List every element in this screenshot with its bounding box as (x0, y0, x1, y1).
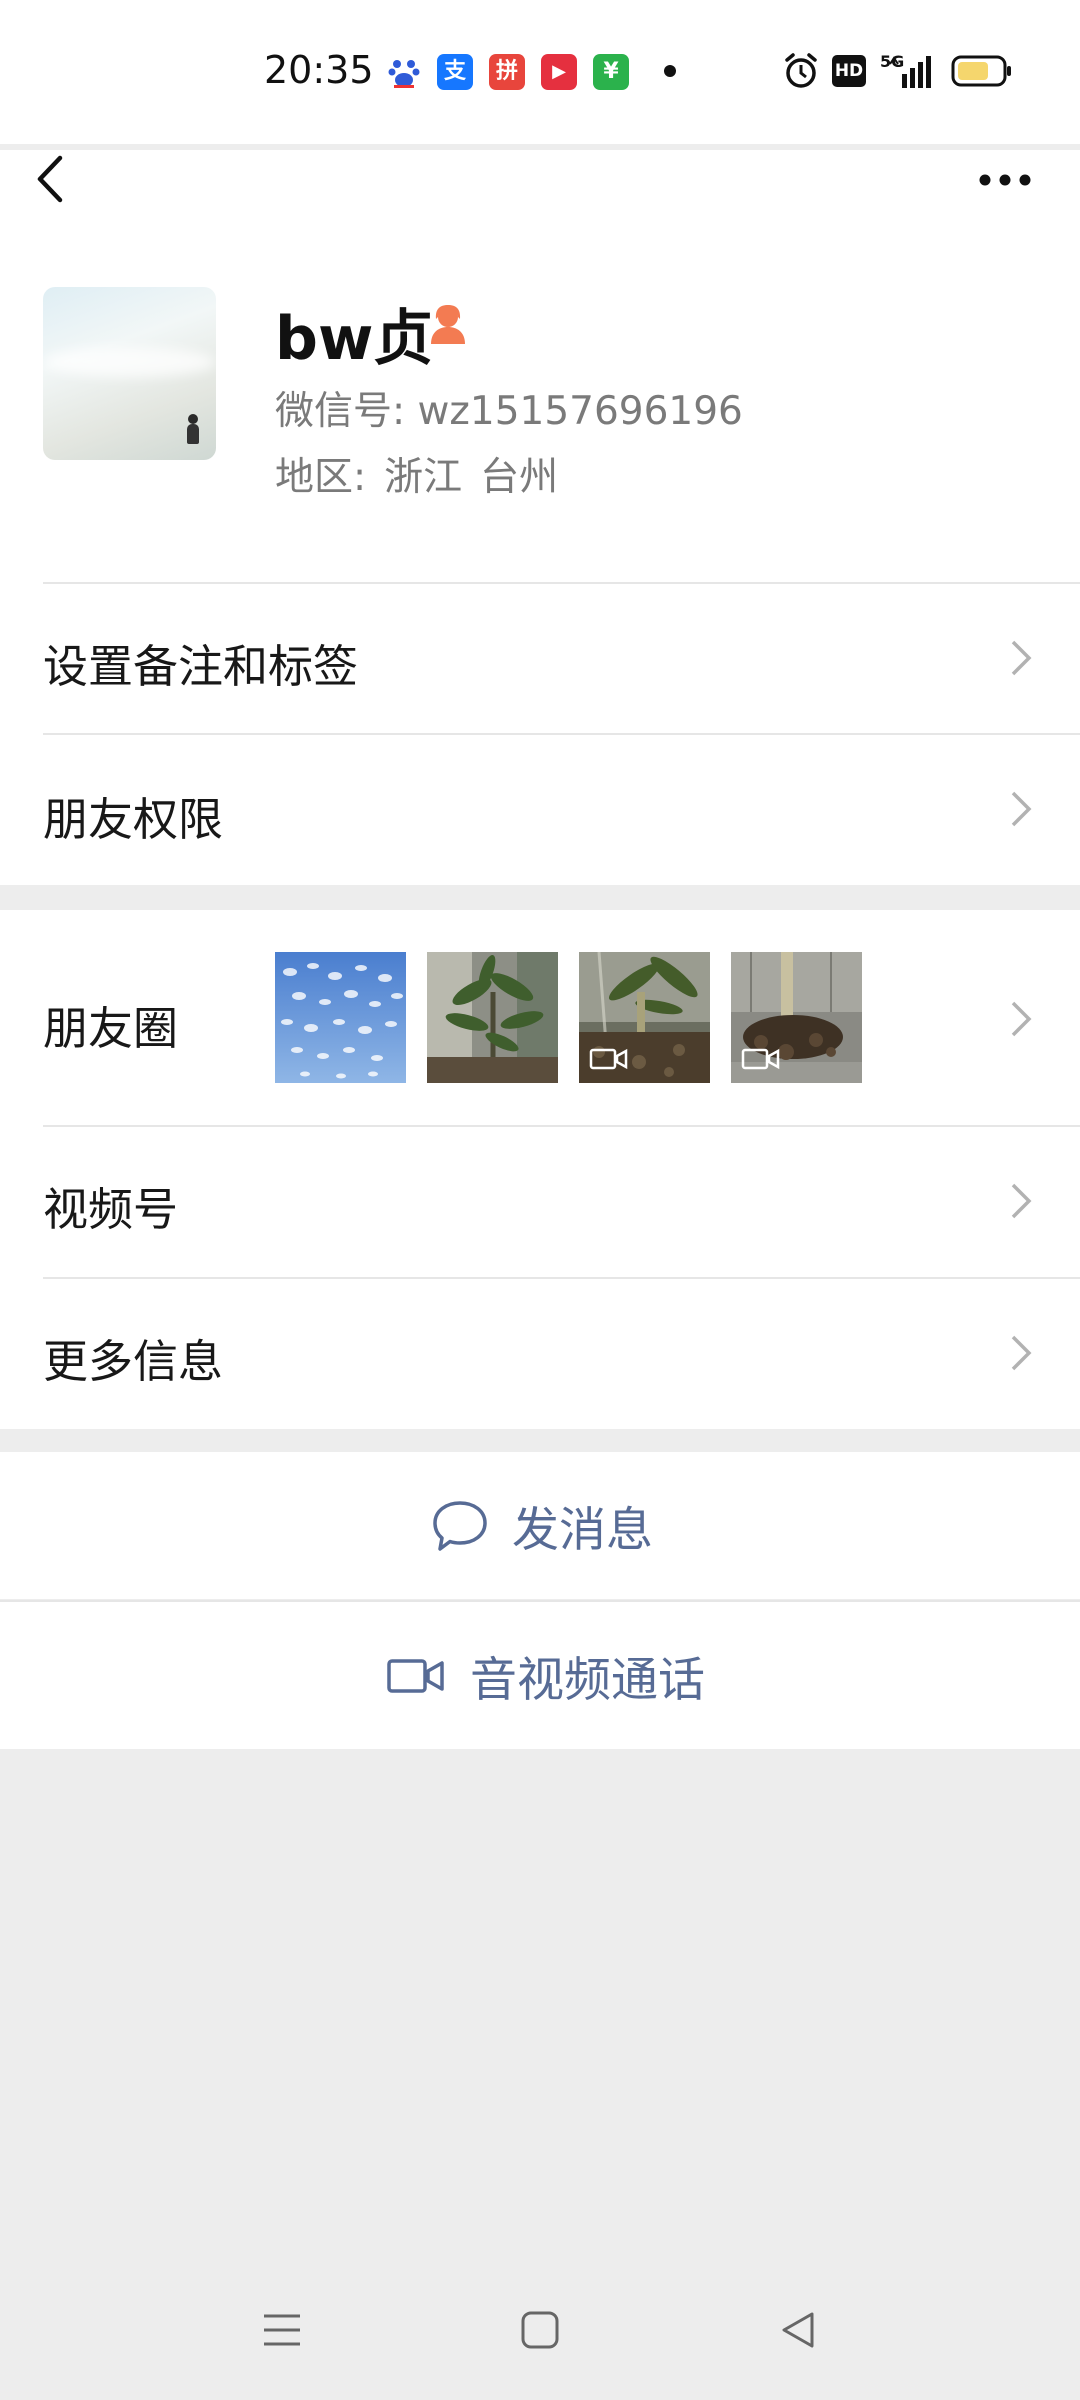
signal-icon (889, 56, 931, 88)
hd-badge: HD (832, 55, 866, 87)
row-more-info[interactable]: 更多信息 (0, 1277, 1080, 1429)
status-bar: 20:35 支 拼 ▶ ¥ HD 5G (0, 0, 1080, 144)
wechat-id: 微信号: wz15157696196 (275, 389, 743, 434)
avatar[interactable] (43, 287, 216, 460)
video-camera-icon (589, 1048, 628, 1070)
region-city: 台州 (480, 455, 559, 500)
status-time: 20:35 (264, 48, 374, 92)
home-icon[interactable] (520, 2310, 560, 2350)
region: 地区: 浙江 台州 (275, 446, 576, 502)
chevron-right-icon (1011, 1183, 1032, 1219)
moments-photo-plant[interactable] (427, 952, 558, 1083)
alarm-icon (785, 53, 817, 88)
video-call-icon (387, 1658, 444, 1693)
divider (43, 733, 1080, 735)
remark-tags-label: 设置备注和标签 (43, 640, 359, 693)
channels-label: 视频号 (43, 1183, 179, 1236)
region-province: 浙江 (384, 455, 463, 500)
av-call-button[interactable]: 音视频通话 (0, 1602, 1080, 1749)
gender-female-icon (431, 305, 465, 344)
region-label: 地区: (275, 455, 367, 500)
av-call-label: 音视频通话 (470, 1653, 705, 1708)
chat-bubble-icon (433, 1500, 487, 1551)
menu-icon[interactable] (262, 2310, 302, 2350)
chevron-right-icon (1011, 791, 1032, 827)
row-remark-tags[interactable]: 设置备注和标签 (0, 582, 1080, 733)
row-friend-permissions[interactable]: 朋友权限 (0, 733, 1080, 885)
divider (43, 1277, 1080, 1279)
moments-photo-sky[interactable] (275, 952, 406, 1083)
nickname: bw贞 (275, 304, 434, 374)
moments-label: 朋友圈 (43, 1002, 179, 1055)
video-camera-icon (741, 1048, 780, 1070)
chevron-right-icon (1011, 1001, 1032, 1037)
chevron-right-icon (1011, 640, 1032, 676)
divider (43, 1125, 1080, 1127)
back-icon[interactable] (28, 144, 88, 214)
send-message-button[interactable]: 发消息 (0, 1452, 1080, 1599)
video-app-icon: ▶ (541, 54, 577, 90)
row-channels[interactable]: 视频号 (0, 1125, 1080, 1277)
friend-permissions-label: 朋友权限 (43, 793, 224, 846)
divider (43, 582, 1080, 584)
system-nav-bar (0, 2280, 1080, 2390)
send-message-label: 发消息 (512, 1503, 653, 1558)
back-nav-icon[interactable] (778, 2310, 818, 2350)
alipay-icon: 支 (437, 54, 473, 90)
green-app-icon: ¥ (593, 54, 629, 90)
notification-dot (664, 65, 676, 77)
chevron-right-icon (1011, 1335, 1032, 1371)
baidu-icon (386, 54, 422, 90)
moments-video-plant-1[interactable] (579, 952, 710, 1083)
moments-video-plant-2[interactable] (731, 952, 862, 1083)
battery-icon (951, 55, 1011, 87)
more-info-label: 更多信息 (43, 1335, 224, 1388)
pdd-icon: 拼 (489, 54, 525, 90)
more-options-icon[interactable] (970, 155, 1040, 205)
profile-card (0, 150, 1080, 582)
